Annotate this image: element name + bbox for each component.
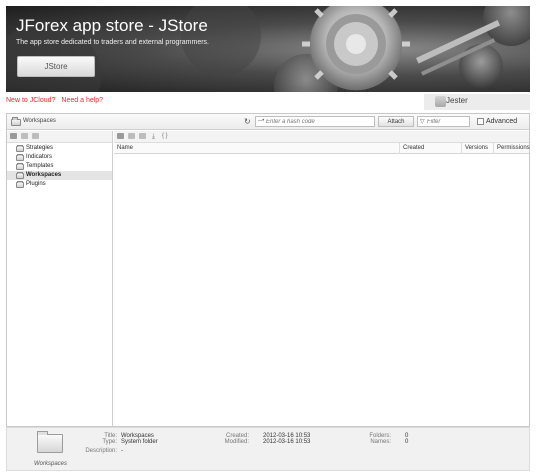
tree-item-label: Strategies (26, 145, 54, 151)
tree-item-indicators[interactable]: Indicators (7, 153, 112, 162)
folder-tree: Strategies Indicators Templates Workspac… (7, 131, 113, 427)
hash-code-input[interactable] (266, 117, 371, 126)
new-to-jcloud-link[interactable]: New to JCloud? (6, 97, 55, 104)
names-label: Names: (370, 439, 391, 445)
banner: JForex app store - JStore The app store … (6, 6, 530, 92)
advanced-checkbox[interactable] (477, 118, 484, 125)
tree-item-templates[interactable]: Templates (7, 162, 112, 171)
new-folder-icon[interactable] (21, 133, 28, 139)
tree-item-plugins[interactable]: Plugins (7, 180, 112, 189)
banner-title: JForex app store - JStore (16, 16, 208, 35)
modified-label: Modified: (224, 439, 249, 445)
help-links: New to JCloud? Need a help? (6, 97, 103, 104)
refresh-icon[interactable]: ↻ (244, 117, 251, 126)
column-permissions[interactable]: Permissions (493, 143, 530, 154)
tree-item-label: Templates (26, 163, 54, 169)
tree-toolbar (7, 131, 112, 143)
filter-icon: ▽ (420, 119, 425, 125)
folder-icon (11, 117, 21, 126)
upload-icon[interactable] (117, 133, 124, 139)
code-icon[interactable]: { } (162, 133, 168, 140)
tree-item-workspaces[interactable]: Workspaces (7, 171, 112, 180)
back-icon[interactable] (10, 133, 17, 139)
folder-icon (16, 145, 24, 152)
type-label: Type: (102, 439, 117, 445)
details-caption: Workspaces (34, 461, 68, 467)
download-icon[interactable]: ⤓ (152, 133, 155, 140)
folder-icon (16, 163, 24, 170)
column-name[interactable]: Name (114, 143, 399, 154)
column-versions[interactable]: Versions (461, 143, 493, 154)
column-created[interactable]: Created (399, 143, 461, 154)
user-name: Jester (446, 96, 468, 105)
key-icon: ─• (258, 118, 265, 124)
delete-folder-icon[interactable] (32, 133, 39, 139)
user-menu[interactable]: Jester (424, 94, 530, 110)
list-toolbar: ⤓ { } (114, 131, 529, 143)
folder-icon (16, 172, 24, 179)
attach-button[interactable]: Attach (378, 116, 414, 127)
avatar-icon (435, 96, 446, 107)
names-value: 0 (405, 439, 409, 445)
trash-icon[interactable] (128, 133, 135, 139)
tree-item-label: Plugins (26, 181, 46, 187)
modified-value: 2012-03-16 10:53 (263, 439, 311, 445)
file-browser: Workspaces ↻ ─• Attach ▽ Advanced Strate… (6, 113, 530, 427)
description-value: - (121, 448, 123, 454)
type-value: System folder (121, 439, 158, 445)
banner-subtitle: The app store dedicated to traders and e… (16, 39, 209, 46)
folder-icon (37, 431, 63, 453)
file-list: ⤓ { } Name Created Versions Permissions (114, 131, 530, 427)
hash-code-field[interactable]: ─• (255, 116, 375, 127)
description-label: Description: (85, 448, 117, 454)
jstore-button[interactable]: JStore (17, 56, 95, 77)
table-header: Name Created Versions Permissions (114, 143, 530, 154)
filter-field[interactable]: ▽ (417, 116, 470, 127)
tree-item-strategies[interactable]: Strategies (7, 144, 112, 153)
folder-icon (16, 181, 24, 188)
details-panel: Workspaces Title: Workspaces Type: Syste… (6, 427, 530, 471)
browser-toolbar: Workspaces ↻ ─• Attach ▽ Advanced (7, 114, 529, 130)
advanced-label: Advanced (486, 118, 518, 125)
folder-icon (16, 154, 24, 161)
tree-list: Strategies Indicators Templates Workspac… (7, 143, 112, 189)
filter-input[interactable] (427, 117, 469, 126)
need-help-link[interactable]: Need a help? (61, 97, 103, 104)
tree-item-label: Indicators (26, 154, 53, 160)
copy-icon[interactable] (139, 133, 146, 139)
tree-item-label: Workspaces (26, 172, 62, 178)
breadcrumb[interactable]: Workspaces (23, 118, 56, 124)
